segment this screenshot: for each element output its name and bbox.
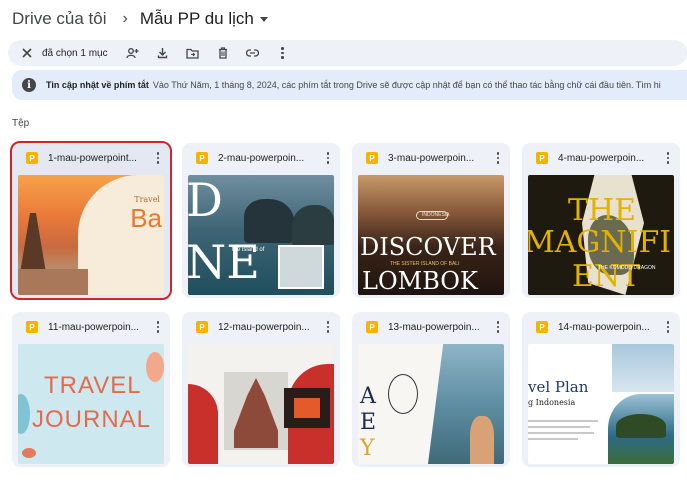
more-options-icon[interactable] (660, 150, 676, 166)
file-name: 14-mau-powerpoin... (558, 321, 650, 333)
file-thumbnail: A E Y (358, 344, 504, 464)
file-card[interactable]: P 12-mau-powerpoin... (182, 312, 340, 467)
file-card[interactable]: P 11-mau-powerpoin... TRAVEL JOURNAL (12, 312, 170, 467)
file-thumbnail: TRAVEL JOURNAL (18, 344, 164, 464)
powerpoint-icon: P (26, 152, 38, 164)
thumbnail-text: E (360, 410, 377, 435)
thumbnail-text: vel Plan (528, 378, 589, 396)
file-name: 3-mau-powerpoin... (388, 152, 475, 164)
powerpoint-icon: P (536, 152, 548, 164)
file-name: 13-mau-powerpoin... (388, 321, 480, 333)
thumbnail-text: DISCOVER (360, 233, 496, 261)
powerpoint-icon: P (196, 321, 208, 333)
file-thumbnail: Travel Ba (18, 175, 164, 295)
file-name: 1-mau-powerpoint... (48, 152, 137, 164)
file-card[interactable]: P 4-mau-powerpoin... THE MAGNIFI ENT THE… (522, 143, 680, 298)
file-name: 11-mau-powerpoin... (48, 321, 139, 333)
file-name: 4-mau-powerpoin... (558, 152, 645, 164)
thumbnail-text: Ba (130, 203, 162, 233)
file-card[interactable]: P 1-mau-powerpoint... Travel Ba (10, 141, 172, 300)
thumbnail-text: D (188, 175, 223, 227)
thumbnail-text: THE KOMODO DRAGON (598, 265, 656, 271)
breadcrumb-my-drive[interactable]: Drive của tôi (12, 9, 106, 29)
chevron-down-icon[interactable] (259, 16, 268, 22)
thumbnail-text: MAGNIFI (528, 225, 672, 260)
file-card[interactable]: P 13-mau-powerpoin... A E Y (352, 312, 510, 467)
thumbnail-text: A (360, 384, 376, 409)
thumbnail-text: THE (568, 193, 637, 228)
breadcrumb: Drive của tôi › Mẫu PP du lịch (12, 8, 268, 30)
thumbnail-text: g Indonesia (528, 398, 576, 407)
file-thumbnail: D NE the island of (188, 175, 334, 295)
thumbnail-text: INDONESIA (422, 212, 450, 218)
more-options-icon[interactable] (320, 319, 336, 335)
more-options-icon[interactable] (150, 319, 166, 335)
file-name: 12-mau-powerpoin... (218, 321, 310, 333)
banner-title: Tin cập nhật về phím tắt (46, 80, 149, 90)
link-icon[interactable] (242, 42, 264, 64)
more-actions-icon[interactable] (272, 42, 294, 64)
thumbnail-text: TRAVEL (44, 372, 142, 399)
file-thumbnail: vel Plan g Indonesia (528, 344, 674, 464)
file-card[interactable]: P 3-mau-powerpoin... INDONESIA DISCOVER … (352, 143, 510, 298)
breadcrumb-current-folder[interactable]: Mẫu PP du lịch (140, 9, 254, 29)
banner-body[interactable]: Vào Thứ Năm, 1 tháng 8, 2024, các phím t… (153, 80, 661, 90)
file-thumbnail: THE MAGNIFI ENT THE KOMODO DRAGON (528, 175, 674, 295)
thumbnail-text: JOURNAL (32, 406, 152, 433)
file-card[interactable]: P 14-mau-powerpoin... vel Plan g Indones… (522, 312, 680, 467)
more-options-icon[interactable] (660, 319, 676, 335)
breadcrumb-separator: › (122, 10, 128, 27)
more-options-icon[interactable] (320, 150, 336, 166)
more-options-icon[interactable] (490, 150, 506, 166)
powerpoint-icon: P (366, 321, 378, 333)
powerpoint-icon: P (26, 321, 38, 333)
shortcut-update-banner: i Tin cập nhật về phím tắt Vào Thứ Năm, … (12, 70, 687, 100)
file-name: 2-mau-powerpoin... (218, 152, 305, 164)
thumbnail-text: Y (360, 436, 375, 461)
move-folder-icon[interactable] (182, 42, 204, 64)
info-icon: i (22, 78, 36, 92)
file-card[interactable]: P 2-mau-powerpoin... D NE the island of (182, 143, 340, 298)
powerpoint-icon: P (196, 152, 208, 164)
download-icon[interactable] (152, 42, 174, 64)
files-section-label: Tệp (12, 118, 30, 129)
share-person-add-icon[interactable] (122, 42, 144, 64)
file-thumbnail: INDONESIA DISCOVER THE SISTER ISLAND OF … (358, 175, 504, 295)
more-options-icon[interactable] (490, 319, 506, 335)
thumbnail-text: LOMBOK (362, 267, 478, 295)
more-options-icon[interactable] (150, 150, 166, 166)
thumbnail-text: the island of (232, 247, 265, 253)
selection-count: đã chọn 1 mục (42, 47, 108, 59)
close-icon[interactable] (16, 42, 38, 64)
powerpoint-icon: P (536, 321, 548, 333)
thumbnail-text: NE (188, 235, 260, 289)
trash-icon[interactable] (212, 42, 234, 64)
selection-toolbar: đã chọn 1 mục (8, 40, 687, 66)
file-thumbnail (188, 344, 334, 464)
powerpoint-icon: P (366, 152, 378, 164)
